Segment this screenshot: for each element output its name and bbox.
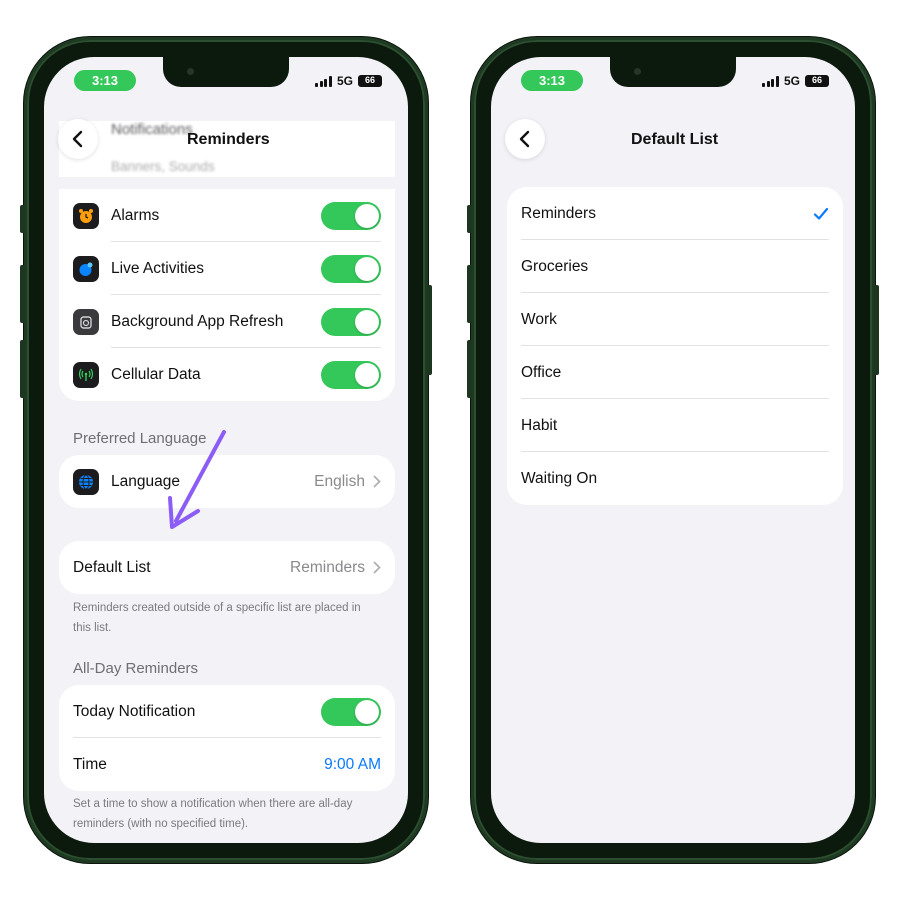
today-notification-label: Today Notification [73, 702, 196, 720]
power-button [427, 285, 432, 375]
power-button [874, 285, 879, 375]
chevron-left-icon [72, 130, 83, 148]
live-activities-toggle[interactable] [321, 254, 381, 283]
checkmark-icon [813, 207, 829, 220]
default-list-row[interactable]: Default List Reminders [59, 541, 395, 594]
all-day-group: Today Notification Time 9:00 AM [59, 685, 395, 791]
list-item-label: Office [521, 363, 562, 381]
lists-group: Reminders Groceries Work Office Habit Wa… [507, 187, 843, 505]
network-type: 5G [336, 74, 353, 88]
live-activities-row: Live Activities [59, 242, 395, 295]
background-refresh-icon [73, 308, 99, 335]
notifications-sub: Banners, Sounds [111, 159, 215, 174]
default-list-group: Default List Reminders [59, 541, 395, 594]
chevron-right-icon [373, 561, 381, 574]
globe-icon [73, 468, 99, 495]
battery-icon: 66 [358, 75, 382, 87]
volume-down-button [467, 340, 472, 398]
signal-bars-icon [762, 75, 779, 87]
volume-down-button [20, 340, 25, 398]
list-item-work[interactable]: Work [507, 293, 843, 346]
page-title: Reminders [187, 131, 270, 148]
today-notification-row: Today Notification [59, 685, 395, 738]
time-value-button[interactable]: 9:00 AM [324, 756, 381, 774]
list-item-label: Groceries [521, 257, 589, 275]
action-button [20, 205, 25, 233]
time-label: Time [73, 755, 107, 773]
today-notification-toggle[interactable] [321, 697, 381, 726]
time-row: Time 9:00 AM [59, 738, 395, 791]
annotation-arrow-icon [168, 430, 226, 529]
phone-right: 3:13 5G 66 Default List Reminders Grocer… [467, 37, 879, 863]
chevron-left-icon [519, 130, 530, 148]
list-item-habit[interactable]: Habit [507, 399, 843, 452]
alarm-clock-icon [73, 202, 99, 229]
cellular-data-label: Cellular Data [111, 365, 201, 383]
default-list-footer: Reminders created outside of a specific … [73, 602, 361, 634]
status-indicators: 5G 66 [762, 73, 829, 89]
list-item-waiting-on[interactable]: Waiting On [507, 452, 843, 505]
alarms-row: Alarms [59, 189, 395, 242]
status-indicators: 5G 66 [315, 73, 382, 89]
default-list-value: Reminders [290, 558, 365, 576]
alarms-toggle[interactable] [321, 201, 381, 230]
cellular-antenna-icon [73, 361, 99, 388]
live-activities-label: Live Activities [111, 259, 205, 277]
page-title: Default List [631, 131, 719, 148]
default-list-screen: 3:13 5G 66 Default List Reminders Grocer… [491, 57, 855, 843]
list-item-label: Habit [521, 416, 558, 434]
notifications-group: Notifications Banners, Sounds [59, 121, 395, 177]
notch [163, 57, 289, 87]
cellular-data-toggle[interactable] [321, 360, 381, 389]
list-item-label: Reminders [521, 204, 596, 222]
camera-dot [187, 68, 194, 75]
list-item-groceries[interactable]: Groceries [507, 240, 843, 293]
action-button [467, 205, 472, 233]
background-refresh-label: Background App Refresh [111, 312, 284, 330]
list-item-label: Work [521, 310, 557, 328]
language-value: English [314, 472, 365, 490]
default-list-label: Default List [73, 558, 151, 576]
background-refresh-toggle[interactable] [321, 307, 381, 336]
background-refresh-row: Background App Refresh [59, 295, 395, 348]
notifications-label: Notifications [111, 121, 193, 138]
back-button[interactable] [505, 119, 545, 159]
list-item-reminders[interactable]: Reminders [507, 187, 843, 240]
alarms-label: Alarms [111, 206, 160, 224]
back-button[interactable] [58, 119, 98, 159]
network-type: 5G [783, 74, 800, 88]
status-time[interactable]: 3:13 [521, 70, 583, 91]
volume-up-button [20, 265, 25, 323]
permissions-group: Alarms Live Activities Background App Re… [59, 189, 395, 401]
signal-bars-icon [315, 75, 332, 87]
chevron-right-icon [373, 475, 381, 488]
battery-icon: 66 [805, 75, 829, 87]
camera-dot [634, 68, 641, 75]
time-footer: Set a time to show a notification when t… [73, 798, 353, 830]
all-day-reminders-header: All-Day Reminders [73, 660, 199, 677]
list-item-office[interactable]: Office [507, 346, 843, 399]
live-activities-icon [73, 255, 99, 282]
notch [610, 57, 736, 87]
list-item-label: Waiting On [521, 469, 598, 487]
volume-up-button [467, 265, 472, 323]
status-time[interactable]: 3:13 [74, 70, 136, 91]
